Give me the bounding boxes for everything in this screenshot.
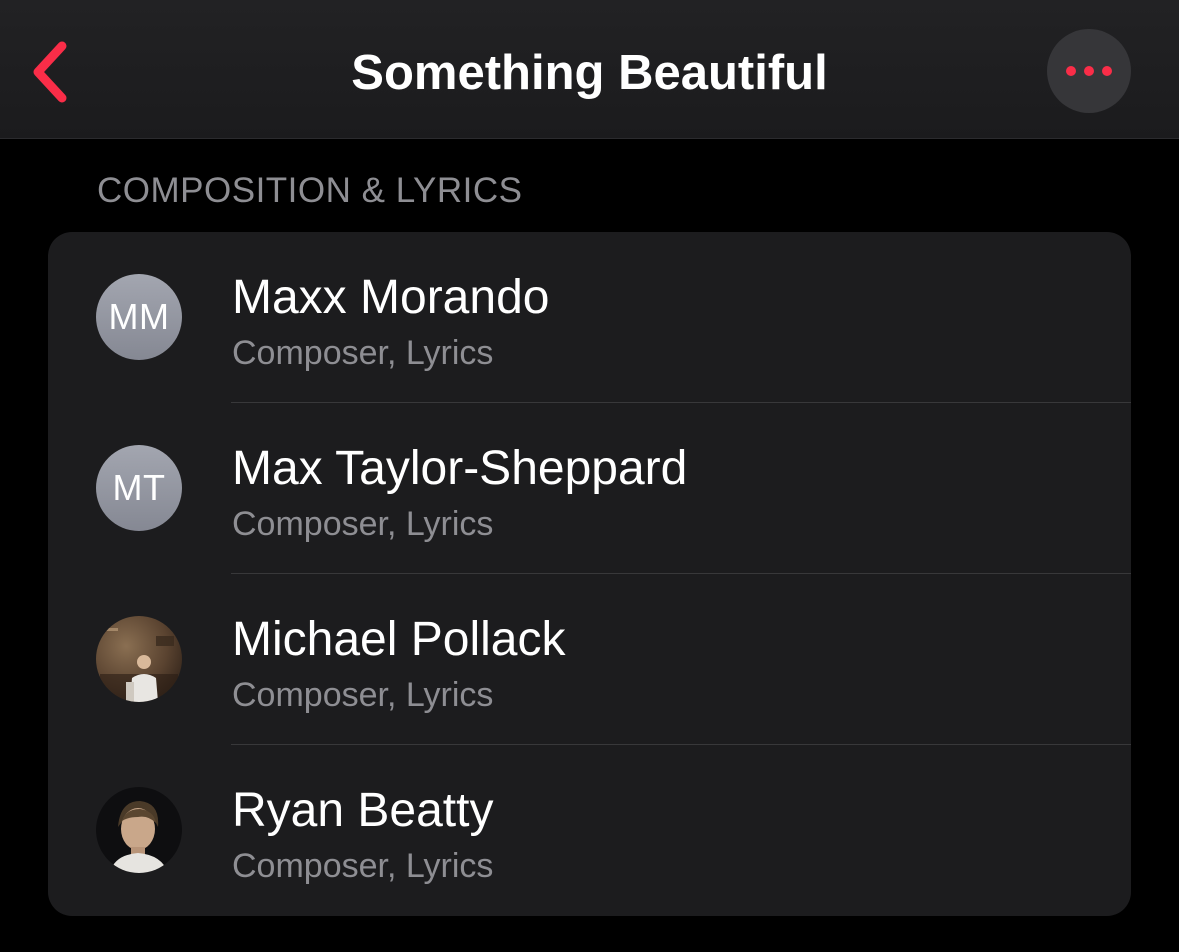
navigation-bar: Something Beautiful [0,0,1179,139]
list-item[interactable]: Michael Pollack Composer, Lyrics [48,574,1131,745]
credit-name: Max Taylor-Sheppard [232,442,688,495]
credit-role: Composer, Lyrics [232,505,494,543]
credits-list: MM Maxx Morando Composer, Lyrics MT Max … [48,232,1131,916]
avatar-photo [96,787,182,873]
avatar-initials: MT [112,467,166,508]
ellipsis-icon [1066,66,1112,76]
avatar: MM [96,274,182,360]
credit-role: Composer, Lyrics [232,676,494,714]
avatar-photo [96,616,182,702]
chevron-left-icon [33,41,67,103]
avatar-initials: MM [108,296,170,337]
credit-name: Michael Pollack [232,613,566,666]
back-button[interactable] [20,36,80,108]
credit-role: Composer, Lyrics [232,847,494,885]
section-header: COMPOSITION & LYRICS [97,171,523,210]
page-title: Something Beautiful [351,46,828,100]
credit-name: Maxx Morando [232,271,550,324]
person-photo [96,787,182,873]
person-photo [96,616,182,702]
avatar: MT [96,445,182,531]
credit-name: Ryan Beatty [232,784,494,837]
more-options-button[interactable] [1047,29,1131,113]
list-item[interactable]: MM Maxx Morando Composer, Lyrics [48,232,1131,403]
credit-role: Composer, Lyrics [232,334,494,372]
list-item[interactable]: MT Max Taylor-Sheppard Composer, Lyrics [48,403,1131,574]
list-item[interactable]: Ryan Beatty Composer, Lyrics [48,745,1131,916]
